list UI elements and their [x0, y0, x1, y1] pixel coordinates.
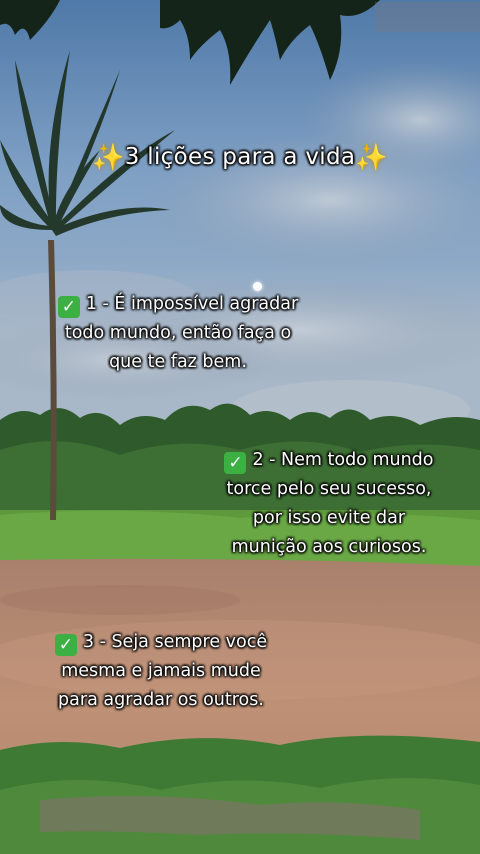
check-mark-button-icon: ✓ [54, 634, 77, 656]
lesson-line: ✓ 3 - Seja sempre você [30, 628, 292, 657]
page-title: ✨3 lições para a vida✨ [0, 143, 480, 173]
lesson-2: ✓ 2 - Nem todo mundo torce pelo seu suces… [198, 446, 460, 562]
sparkles-icon: ✨ [92, 143, 125, 173]
lesson-line: por isso evite dar [252, 508, 406, 528]
check-mark-button-icon: ✓ [224, 452, 247, 474]
lesson-line: mesma e jamais mude [61, 661, 261, 681]
title-text: 3 lições para a vida [124, 144, 356, 170]
lesson-3: ✓ 3 - Seja sempre você mesma e jamais mud… [30, 628, 292, 715]
corner-overlay [375, 2, 480, 32]
lesson-line: todo mundo, então faça o [64, 323, 292, 343]
lesson-text: 1 - É impossível agradar [85, 294, 299, 314]
lesson-line: munição aos curiosos. [231, 537, 427, 557]
sparkles-icon: ✨ [355, 143, 388, 173]
lesson-1: ✓ 1 - É impossível agradar todo mundo, en… [28, 290, 328, 377]
lesson-line: que te faz bem. [109, 352, 247, 372]
lesson-line: para agradar os outros. [58, 690, 264, 710]
landscape-scene [0, 0, 480, 854]
background-photo [0, 0, 480, 854]
lesson-text: 2 - Nem todo mundo [252, 450, 434, 470]
lesson-text: 3 - Seja sempre você [82, 632, 268, 652]
lesson-line: torce pelo seu sucesso, [226, 479, 432, 499]
lesson-line: ✓ 1 - É impossível agradar [28, 290, 328, 319]
check-mark-button-icon: ✓ [57, 296, 80, 318]
lesson-line: ✓ 2 - Nem todo mundo [198, 446, 460, 475]
